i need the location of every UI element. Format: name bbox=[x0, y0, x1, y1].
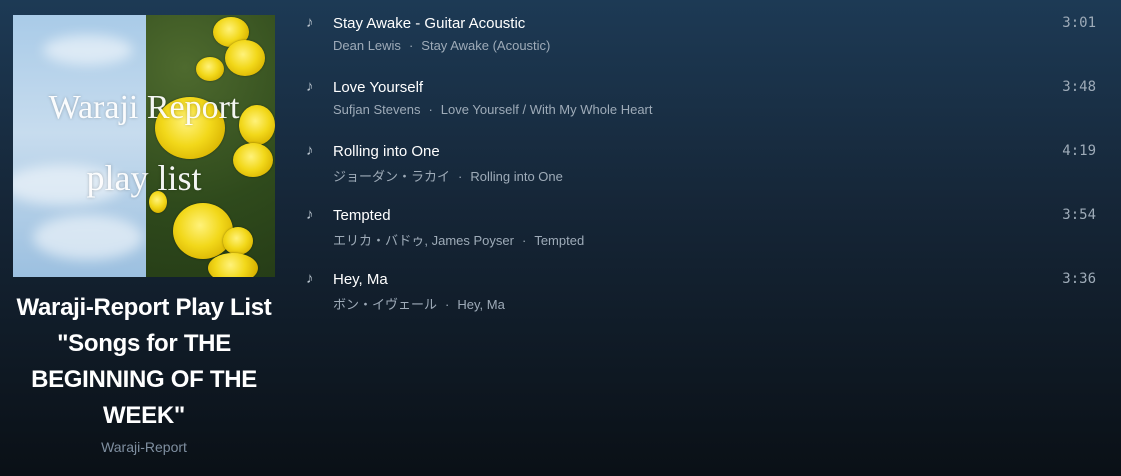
cloud-shape bbox=[43, 35, 133, 65]
music-note-icon: ♪ bbox=[306, 206, 314, 223]
track-artist[interactable]: Sufjan Stevens bbox=[333, 102, 420, 117]
marigold-flower bbox=[173, 203, 233, 259]
music-note-icon: ♪ bbox=[306, 14, 314, 31]
music-note-icon: ♪ bbox=[306, 142, 314, 159]
marigold-flower bbox=[196, 57, 224, 81]
marigold-flower bbox=[223, 227, 253, 255]
separator-dot: · bbox=[428, 102, 433, 117]
track-artist[interactable]: Dean Lewis bbox=[333, 38, 401, 53]
track-duration: 4:19 bbox=[1062, 143, 1096, 159]
track-album[interactable]: Hey, Ma bbox=[457, 297, 504, 312]
playlist-owner[interactable]: Waraji-Report bbox=[0, 439, 288, 455]
track-artist[interactable]: ボン・イヴェール bbox=[333, 297, 437, 312]
separator-dot: · bbox=[458, 169, 463, 184]
track-row[interactable]: ♪ Tempted エリカ・バドゥ, James Poyser · Tempted … bbox=[300, 202, 1110, 266]
track-duration: 3:54 bbox=[1062, 207, 1096, 223]
track-list: ♪ Stay Awake - Guitar Acoustic Dean Lewi… bbox=[300, 10, 1110, 330]
playlist-title[interactable]: Waraji-Report Play List "Songs for THE B… bbox=[10, 290, 278, 434]
cover-title-line1: Waraji Report bbox=[48, 89, 240, 126]
track-artist[interactable]: ジョーダン・ラカイ bbox=[333, 169, 450, 184]
cloud-shape bbox=[33, 215, 143, 260]
track-title: Stay Awake - Guitar Acoustic bbox=[333, 15, 526, 32]
track-album[interactable]: Stay Awake (Acoustic) bbox=[421, 38, 550, 53]
track-duration: 3:48 bbox=[1062, 79, 1096, 95]
track-subtitle: ボン・イヴェール · Hey, Ma bbox=[333, 294, 505, 313]
track-album[interactable]: Love Yourself / With My Whole Heart bbox=[441, 102, 653, 117]
separator-dot: · bbox=[521, 233, 527, 248]
track-album[interactable]: Rolling into One bbox=[470, 169, 563, 184]
marigold-flower bbox=[208, 253, 258, 277]
track-subtitle: Dean Lewis · Stay Awake (Acoustic) bbox=[333, 38, 550, 53]
track-artist[interactable]: エリカ・バドゥ, James Poyser bbox=[333, 233, 514, 248]
music-note-icon: ♪ bbox=[306, 270, 314, 287]
track-duration: 3:36 bbox=[1062, 271, 1096, 287]
track-subtitle: ジョーダン・ラカイ · Rolling into One bbox=[333, 166, 563, 185]
track-row[interactable]: ♪ Hey, Ma ボン・イヴェール · Hey, Ma 3:36 bbox=[300, 266, 1110, 330]
track-row[interactable]: ♪ Love Yourself Sufjan Stevens · Love Your… bbox=[300, 74, 1110, 138]
separator-dot: · bbox=[408, 38, 414, 53]
track-album[interactable]: Tempted bbox=[534, 233, 584, 248]
track-title: Hey, Ma bbox=[333, 271, 388, 288]
track-subtitle: エリカ・バドゥ, James Poyser · Tempted bbox=[333, 230, 584, 249]
track-row[interactable]: ♪ Stay Awake - Guitar Acoustic Dean Lewi… bbox=[300, 10, 1110, 74]
track-subtitle: Sufjan Stevens · Love Yourself / With My W… bbox=[333, 102, 653, 117]
cover-title-line2: play list bbox=[86, 158, 202, 198]
track-title: Tempted bbox=[333, 207, 391, 224]
track-title: Rolling into One bbox=[333, 143, 440, 160]
music-note-icon: ♪ bbox=[306, 78, 314, 95]
playlist-panel: Waraji Report play list Waraji-Report Pl… bbox=[0, 0, 288, 476]
marigold-flower bbox=[225, 40, 265, 76]
playlist-cover-image[interactable]: Waraji Report play list bbox=[13, 15, 275, 277]
track-row[interactable]: ♪ Rolling into One ジョーダン・ラカイ · Rolling int… bbox=[300, 138, 1110, 202]
track-title: Love Yourself bbox=[333, 79, 424, 96]
track-duration: 3:01 bbox=[1062, 15, 1096, 31]
separator-dot: · bbox=[445, 297, 450, 312]
